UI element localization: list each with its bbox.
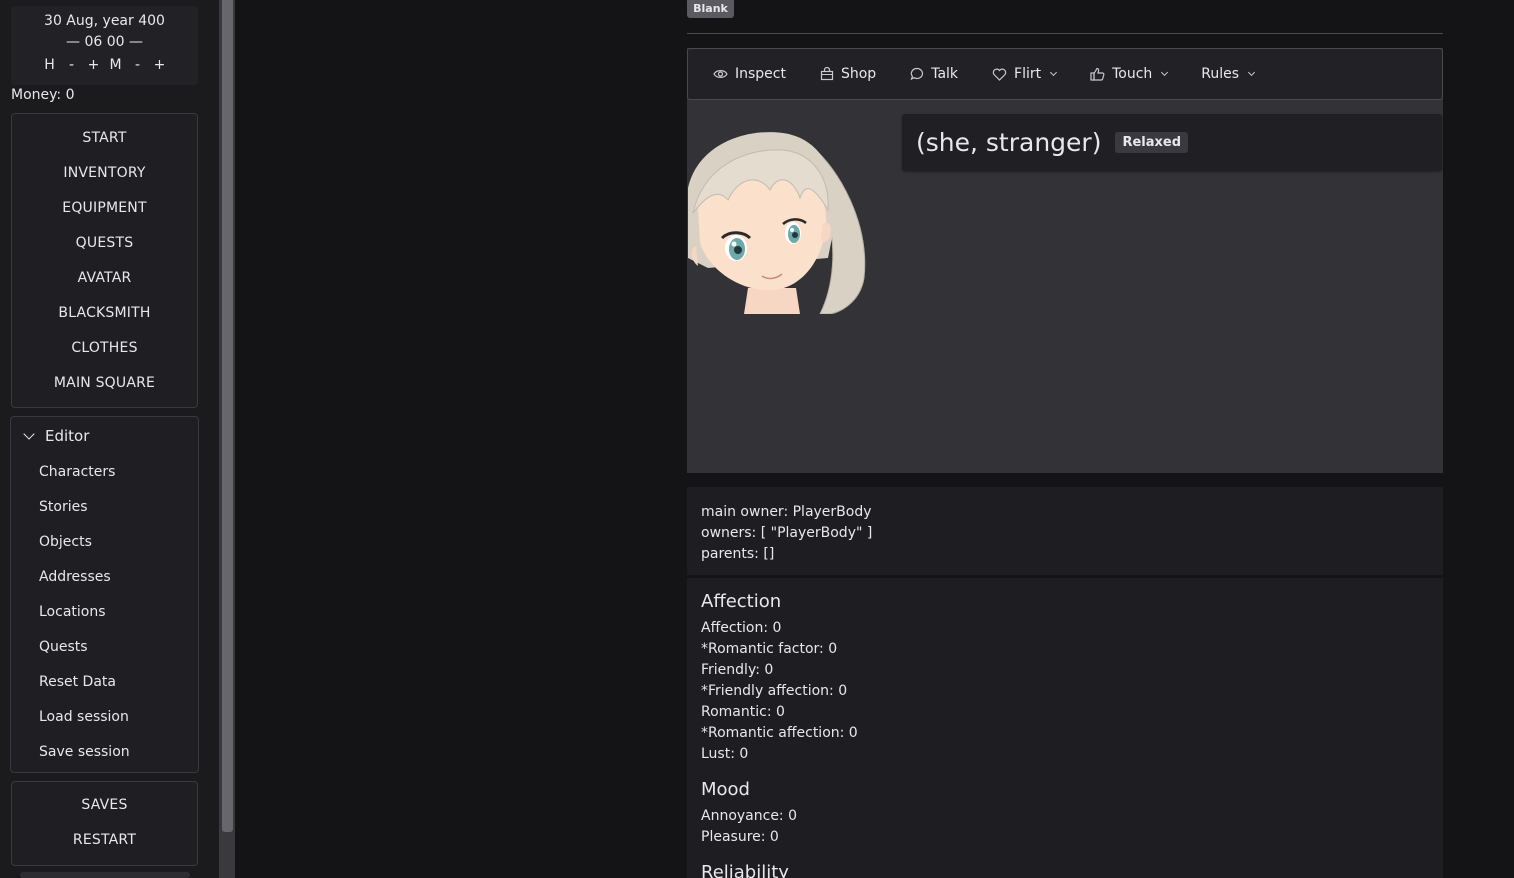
nav-equipment[interactable]: EQUIPMENT: [12, 191, 197, 226]
stat-line: *Romantic factor: 0: [701, 641, 838, 657]
editor-item-quests[interactable]: Quests: [11, 630, 198, 665]
editor-item-objects[interactable]: Objects: [11, 525, 198, 560]
stat-line: Affection: 0: [701, 620, 782, 636]
nav-inventory[interactable]: INVENTORY: [12, 156, 197, 191]
touch-label: Touch: [1112, 66, 1153, 82]
stat-line: Friendly: 0: [701, 662, 774, 678]
shopping-bag-icon: [820, 67, 834, 81]
nav-main-square[interactable]: MAIN SQUARE: [12, 366, 197, 401]
talk-button[interactable]: Talk: [910, 66, 958, 82]
clock-date: 30 Aug, year 400: [44, 13, 165, 29]
talk-label: Talk: [931, 66, 959, 82]
nav-clothes[interactable]: CLOTHES: [12, 331, 197, 366]
touch-dropdown[interactable]: Touch: [1090, 66, 1169, 82]
affection-title: Affection: [701, 591, 782, 612]
minute-label: M: [109, 57, 122, 73]
clock-controls: H - + M - +: [11, 55, 198, 76]
character-name: (she, stranger): [916, 128, 1102, 157]
ownership-panel: main owner: PlayerBody owners: [ "Player…: [687, 487, 1443, 575]
stats-panel: Affection Affection: 0 *Romantic factor:…: [687, 578, 1443, 878]
editor-item-addresses[interactable]: Addresses: [11, 560, 198, 595]
flirt-dropdown[interactable]: Flirt: [992, 66, 1058, 82]
speech-bubble-icon: [910, 67, 924, 81]
character-portrait: [688, 128, 868, 314]
editor-toggle[interactable]: Editor: [11, 417, 198, 455]
nav-blacksmith[interactable]: BLACKSMITH: [12, 296, 197, 331]
nav-saves[interactable]: SAVES: [12, 788, 197, 823]
editor-item-save-session[interactable]: Save session: [11, 735, 198, 770]
owners-line: owners: [ "PlayerBody" ]: [701, 525, 873, 541]
stat-line: Lust: 0: [701, 746, 749, 762]
bottom-nav: SAVES RESTART: [11, 781, 198, 866]
sidebar-scrollbar-thumb[interactable]: [222, 0, 233, 832]
blank-badge: Blank: [687, 0, 734, 18]
chevron-down-icon: [1050, 68, 1058, 77]
nav-quests[interactable]: QUESTS: [12, 226, 197, 261]
shop-button[interactable]: Shop: [820, 66, 876, 82]
minute-increment-button[interactable]: +: [149, 55, 171, 76]
money-display: Money: 0: [11, 87, 75, 103]
divider: [687, 33, 1443, 34]
rules-dropdown[interactable]: Rules: [1201, 66, 1256, 82]
editor-item-locations[interactable]: Locations: [11, 595, 198, 630]
inspect-label: Inspect: [735, 66, 786, 82]
stat-line: *Romantic affection: 0: [701, 725, 858, 741]
editor-item-stories[interactable]: Stories: [11, 490, 198, 525]
editor-item-reset-data[interactable]: Reset Data: [11, 665, 198, 700]
rules-label: Rules: [1201, 66, 1240, 82]
flirt-label: Flirt: [1014, 66, 1042, 82]
shop-label: Shop: [840, 66, 877, 82]
reliability-title: Reliability: [701, 862, 789, 878]
hour-decrement-button[interactable]: -: [61, 55, 83, 76]
clock-time: — 06 00 —: [66, 34, 143, 50]
sidebar: 30 Aug, year 400 — 06 00 — H - + M - + M…: [0, 0, 219, 878]
stat-line: Romantic: 0: [701, 704, 785, 720]
inspect-button[interactable]: Inspect: [713, 66, 786, 82]
chevron-down-icon: [23, 428, 35, 440]
editor-item-load-session[interactable]: Load session: [11, 700, 198, 735]
chevron-down-icon: [1248, 68, 1256, 77]
stat-line: *Friendly affection: 0: [701, 683, 848, 699]
game-clock: 30 Aug, year 400 — 06 00 — H - + M - +: [11, 6, 198, 85]
eye-icon: [713, 70, 728, 78]
mood-badge: Relaxed: [1115, 132, 1189, 153]
mood-title: Mood: [701, 779, 750, 800]
stat-line: Pleasure: 0: [701, 829, 779, 845]
action-toolbar: Inspect Shop Talk Flirt Touch Rules: [687, 48, 1443, 100]
chevron-down-icon: [1161, 68, 1169, 77]
main-owner-line: main owner: PlayerBody: [701, 504, 872, 520]
character-name-header: (she, stranger) Relaxed: [902, 114, 1442, 171]
parents-line: parents: []: [701, 546, 775, 562]
stat-line: Annoyance: 0: [701, 808, 798, 824]
editor-item-characters[interactable]: Characters: [11, 455, 198, 490]
sidebar-next-panel: [20, 872, 190, 878]
heart-icon: [992, 68, 1007, 81]
hour-increment-button[interactable]: +: [83, 55, 105, 76]
thumbs-up-icon: [1090, 67, 1105, 81]
editor-panel: Editor Characters Stories Objects Addres…: [10, 416, 199, 773]
editor-title: Editor: [45, 427, 90, 445]
hour-label: H: [44, 57, 55, 73]
nav-avatar[interactable]: AVATAR: [12, 261, 197, 296]
minute-decrement-button[interactable]: -: [127, 55, 149, 76]
nav-restart[interactable]: RESTART: [12, 823, 197, 858]
main-nav: START INVENTORY EQUIPMENT QUESTS AVATAR …: [11, 113, 198, 408]
nav-start[interactable]: START: [12, 121, 197, 156]
